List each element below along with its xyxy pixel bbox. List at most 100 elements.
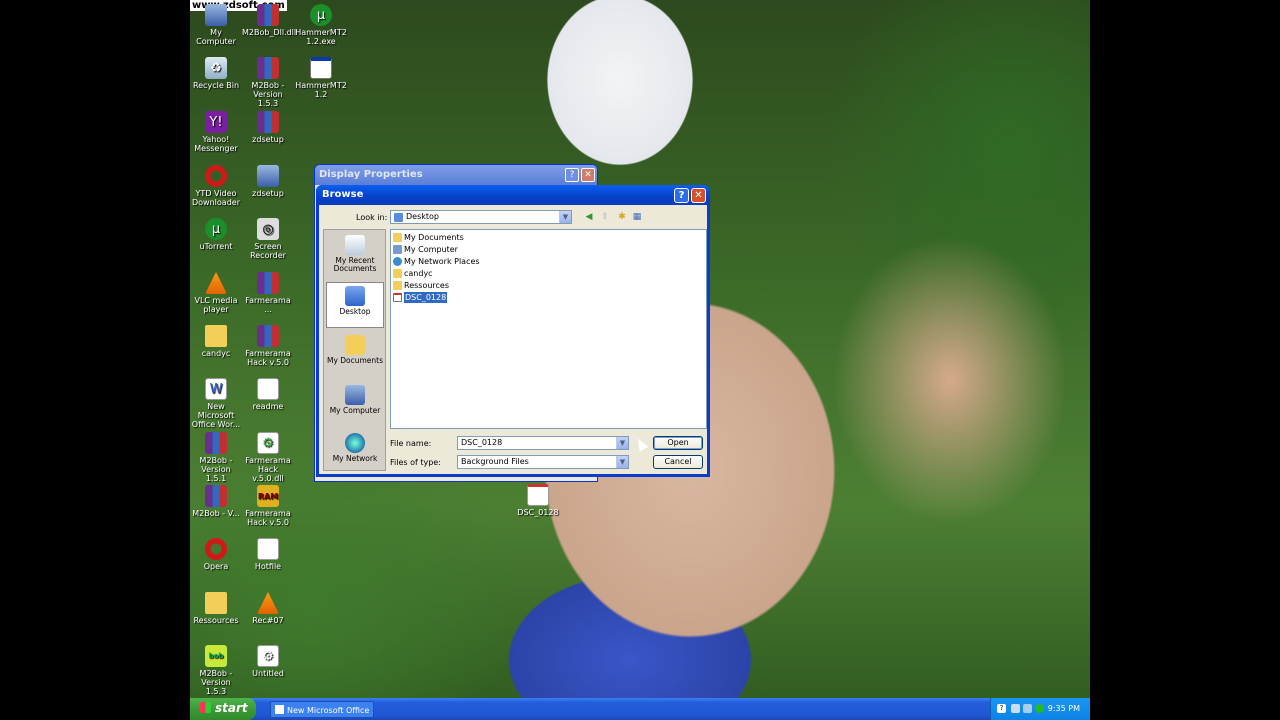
desktop-icon-screen-recorder[interactable]: ◎ Screen Recorder <box>242 218 294 260</box>
desktop-icon-farmerama-hack[interactable]: Farmerama Hack v.5.0 <box>242 325 294 367</box>
vlc-icon <box>257 592 279 614</box>
computer-icon <box>393 245 402 254</box>
desktop-icon-farmerama-ram[interactable]: RAM Farmerama Hack v.5.0 <box>242 485 294 527</box>
open-button[interactable]: Open <box>653 436 703 450</box>
desktop-icon-hammermt2-exe[interactable]: µ HammerMT2 1.2.exe <box>295 4 347 46</box>
place-desktop[interactable]: Desktop <box>326 282 384 328</box>
yahoo-icon: Y! <box>205 111 227 133</box>
chevron-down-icon: ▼ <box>616 437 628 449</box>
desktop-icon-dsc0128[interactable]: DSC_0128 <box>512 484 564 517</box>
desktop-icon-word-doc[interactable]: W New Microsoft Office Wor... <box>190 378 242 429</box>
desktop-icon-hotfile[interactable]: Hotfile <box>242 538 294 571</box>
view-menu-icon[interactable]: ▦ <box>631 211 643 223</box>
desktop-icon-untitled[interactable]: ⚙ Untitled <box>242 645 294 678</box>
winrar-icon <box>257 325 279 347</box>
desktop-icon-m2bob-v[interactable]: M2Bob - V... <box>190 485 242 518</box>
start-button[interactable]: start <box>190 698 256 720</box>
desktop-icon-farmerama[interactable]: Farmerama ... <box>242 272 294 314</box>
list-item[interactable]: My Network Places <box>393 256 480 267</box>
desktop-icon-yahoo[interactable]: Y! Yahoo! Messenger <box>190 111 242 153</box>
places-bar: My Recent Documents Desktop My Documents… <box>323 229 386 471</box>
help-button[interactable]: ? <box>674 188 689 203</box>
browse-title: Browse <box>322 189 364 200</box>
desktop: www.zdsoft.com My Computer M2Bob_Dll.dll… <box>190 0 1090 720</box>
word-doc-icon <box>275 705 284 714</box>
windows-flag-icon <box>200 702 211 713</box>
back-icon[interactable]: ◀ <box>583 211 595 223</box>
up-folder-icon[interactable]: ⇧ <box>599 211 611 223</box>
word-doc-icon: W <box>205 378 227 400</box>
look-in-dropdown[interactable]: Desktop ▼ <box>390 210 572 224</box>
network-icon <box>345 433 365 453</box>
files-of-type-dropdown[interactable]: Background Files ▼ <box>457 455 629 469</box>
cancel-button[interactable]: Cancel <box>653 455 703 469</box>
help-tray-icon[interactable]: ? <box>997 704 1006 713</box>
volume-icon[interactable] <box>1023 704 1032 713</box>
file-name-input[interactable]: DSC_0128 ▼ <box>457 436 629 450</box>
folder-icon <box>393 269 402 278</box>
desktop-icon-hammermt2[interactable]: HammerMT2 1.2 <box>295 57 347 99</box>
desktop-icon-opera[interactable]: Opera <box>190 538 242 571</box>
help-icon[interactable]: ? <box>565 168 579 182</box>
folder-icon <box>393 281 402 290</box>
browse-dialog: Browse ? ✕ Look in: Desktop ▼ ◀ ⇧ ✱ ▦ My… <box>316 185 710 477</box>
desktop-icon-vlc[interactable]: VLC media player <box>190 272 242 314</box>
desktop-icon-ytd[interactable]: YTD Video Downloader <box>190 165 242 207</box>
list-item-selected[interactable]: DSC_0128 <box>393 291 449 304</box>
winrar-icon <box>257 4 279 26</box>
desktop-icon-m2bob-151[interactable]: M2Bob - Version 1.5.1 <box>190 432 242 483</box>
winrar-icon <box>257 57 279 79</box>
file-list[interactable]: My Documents My Computer My Network Plac… <box>390 229 707 429</box>
window-icon <box>310 57 332 79</box>
desktop-icon-farmerama-dll[interactable]: ⚙ Farmerama Hack v.5.0.dll <box>242 432 294 483</box>
new-folder-icon[interactable]: ✱ <box>616 211 628 223</box>
ram-icon: RAM <box>257 485 279 507</box>
winrar-icon <box>257 272 279 294</box>
place-my-documents[interactable]: My Documents <box>326 332 384 378</box>
desktop-icon-rec07[interactable]: Rec#07 <box>242 592 294 625</box>
my-documents-icon <box>393 233 402 242</box>
close-icon[interactable]: ✕ <box>581 168 595 182</box>
usb-icon[interactable] <box>1011 704 1020 713</box>
list-item[interactable]: Ressources <box>393 280 449 291</box>
text-file-icon <box>257 378 279 400</box>
network-icon <box>393 257 402 266</box>
desktop-icon-m2bob-bob[interactable]: bob M2Bob - Version 1.5.3 <box>190 645 242 696</box>
computer-icon <box>345 385 365 405</box>
computer-icon <box>205 4 227 26</box>
image-file-icon <box>527 484 549 506</box>
utorrent-icon: µ <box>310 4 332 26</box>
winrar-icon <box>205 485 227 507</box>
taskbar-item-word[interactable]: New Microsoft Office ... <box>270 701 374 718</box>
close-button[interactable]: ✕ <box>691 188 706 203</box>
desktop-icon-recycle-bin[interactable]: ♻ Recycle Bin <box>190 57 242 90</box>
list-item[interactable]: candyc <box>393 268 433 279</box>
look-in-label: Look in: <box>356 213 388 222</box>
list-item[interactable]: My Computer <box>393 244 458 255</box>
winrar-icon <box>257 111 279 133</box>
desktop-icon-zdsetup[interactable]: zdsetup <box>242 111 294 144</box>
image-file-icon <box>393 293 402 302</box>
desktop-icon-my-computer[interactable]: My Computer <box>190 4 242 46</box>
desktop-icon-candyc[interactable]: candyc <box>190 325 242 358</box>
list-item[interactable]: My Documents <box>393 232 464 243</box>
desktop-icon-zdsetup-2[interactable]: zdsetup <box>242 165 294 198</box>
desktop-icon-utorrent[interactable]: µ uTorrent <box>190 218 242 251</box>
winrar-icon <box>205 432 227 454</box>
desktop-icon-m2bob-153[interactable]: M2Bob - Version 1.5.3 <box>242 57 294 108</box>
chevron-down-icon: ▼ <box>616 456 628 468</box>
taskbar: start New Microsoft Office ... ? 9:35 PM <box>190 698 1090 720</box>
desktop-icon-ressources[interactable]: Ressources <box>190 592 242 625</box>
utorrent-tray-icon[interactable] <box>1035 704 1044 713</box>
desktop-icon <box>345 286 365 306</box>
chevron-down-icon: ▼ <box>559 211 571 223</box>
place-my-computer[interactable]: My Computer <box>326 382 384 428</box>
desktop-icon-m2bob-dll[interactable]: M2Bob_Dll.dll <box>242 4 296 37</box>
opera-icon <box>205 538 227 560</box>
place-my-recent-documents[interactable]: My Recent Documents <box>326 232 384 278</box>
folder-icon <box>205 592 227 614</box>
desktop-icon-readme[interactable]: readme <box>242 378 294 411</box>
place-my-network[interactable]: My Network <box>326 430 384 476</box>
recycle-bin-icon: ♻ <box>205 57 227 79</box>
desktop-icon <box>394 213 403 222</box>
